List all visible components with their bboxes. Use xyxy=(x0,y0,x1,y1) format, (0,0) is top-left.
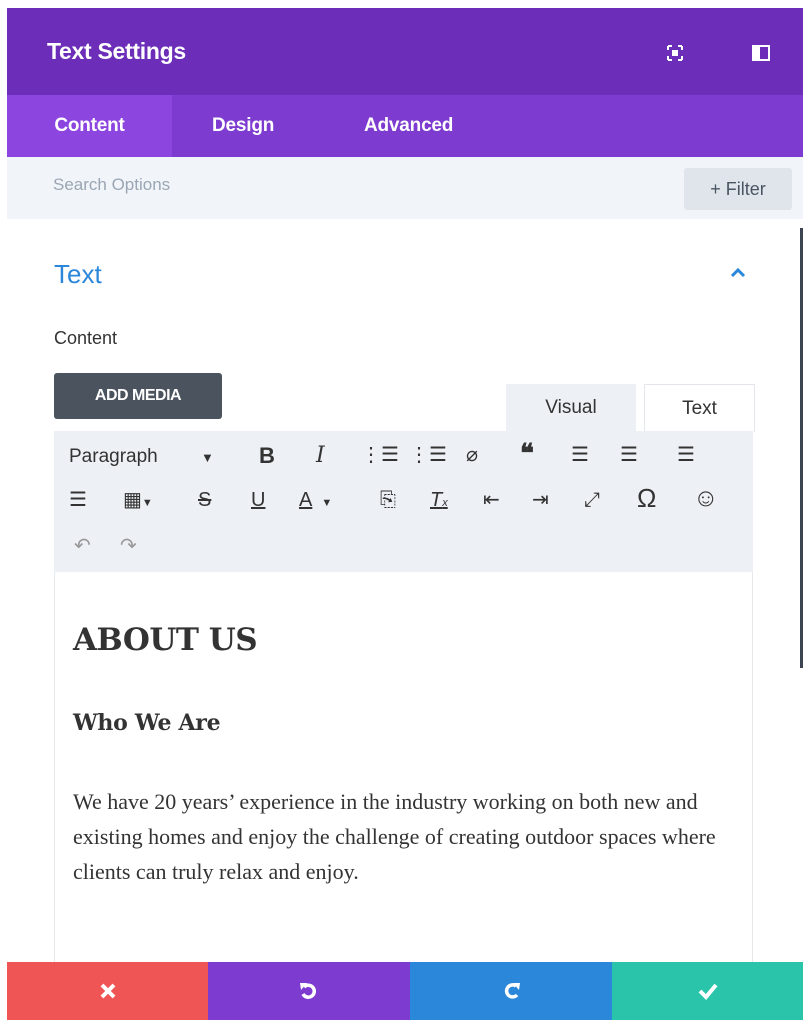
text-color-icon[interactable]: A ▼ xyxy=(299,488,332,515)
bold-icon[interactable]: B xyxy=(259,444,275,468)
fullscreen-icon[interactable]: ⤢ xyxy=(584,488,600,512)
justify-icon[interactable]: ☰ xyxy=(69,488,87,512)
undo-icon xyxy=(300,983,317,999)
content-heading: ABOUT US xyxy=(73,622,258,658)
settings-tabs: Content Design Advanced xyxy=(7,95,803,157)
redo-icon xyxy=(504,983,520,999)
tab-content[interactable]: Content xyxy=(7,95,172,157)
tab-text[interactable]: Text xyxy=(644,384,755,432)
save-button[interactable] xyxy=(612,962,803,1020)
format-select-label: Paragraph xyxy=(69,446,158,467)
tab-advanced[interactable]: Advanced xyxy=(364,95,453,157)
dropdown-arrow-icon: ▼ xyxy=(201,450,214,465)
editor-content[interactable]: ABOUT US Who We Are We have 20 years’ ex… xyxy=(54,572,753,993)
modal-footer xyxy=(7,962,803,1020)
align-center-icon[interactable]: ☰ xyxy=(620,443,638,467)
search-input[interactable]: Search Options xyxy=(53,175,170,195)
add-media-button[interactable]: ADD MEDIA xyxy=(54,373,222,419)
redo-button[interactable] xyxy=(410,962,612,1020)
expand-icon[interactable] xyxy=(664,42,686,64)
tab-visual[interactable]: Visual xyxy=(506,384,636,432)
format-select[interactable]: Paragraph ▼ xyxy=(69,446,214,468)
numbered-list-icon[interactable]: ⋮☰ xyxy=(409,443,447,467)
field-label: Content xyxy=(54,328,118,348)
redo-icon[interactable]: ↷ xyxy=(120,534,137,558)
italic-icon[interactable]: I xyxy=(316,444,325,468)
link-icon[interactable]: ⌀ xyxy=(466,443,478,467)
table-icon[interactable]: ▦▼ xyxy=(123,488,153,515)
filter-button[interactable]: + Filter xyxy=(684,168,792,210)
text-settings-modal: Text Settings Content Design Advanced Se… xyxy=(7,8,803,1020)
content-subheading: Who We Are xyxy=(73,710,221,736)
close-icon xyxy=(100,983,115,999)
check-icon xyxy=(698,983,718,1000)
special-character-icon[interactable]: Ω xyxy=(637,485,656,511)
paste-text-icon[interactable]: ⎘ xyxy=(380,488,396,512)
blockquote-icon[interactable]: ❝ xyxy=(520,440,534,466)
content-paragraph: We have 20 years’ experience in the indu… xyxy=(73,789,716,884)
tab-design[interactable]: Design xyxy=(212,95,274,157)
split-view-icon[interactable] xyxy=(750,42,772,64)
align-right-icon[interactable]: ☰ xyxy=(677,443,695,467)
emoji-icon[interactable]: ☺ xyxy=(693,486,719,511)
indent-icon[interactable]: ⇥ xyxy=(532,488,549,512)
undo-button[interactable] xyxy=(208,962,410,1020)
section-title[interactable]: Text xyxy=(54,259,102,290)
search-bar: Search Options + Filter xyxy=(7,157,803,219)
align-left-icon[interactable]: ☰ xyxy=(571,443,589,467)
undo-icon[interactable]: ↶ xyxy=(74,534,91,558)
outdent-icon[interactable]: ⇤ xyxy=(483,488,500,512)
clear-formatting-icon[interactable]: Tx xyxy=(430,488,448,515)
editor-toolbar: Paragraph ▼ B I ⋮☰ ⋮☰ ⌀ ❝ ☰ ☰ ☰ ☰ ▦▼ S U… xyxy=(54,431,753,572)
bullet-list-icon[interactable]: ⋮☰ xyxy=(361,443,399,467)
underline-icon[interactable]: U xyxy=(251,488,265,512)
cancel-button[interactable] xyxy=(7,962,208,1020)
modal-header: Text Settings xyxy=(7,8,803,95)
chevron-up-icon[interactable] xyxy=(729,265,747,279)
modal-title: Text Settings xyxy=(47,38,186,64)
strikethrough-icon[interactable]: S xyxy=(198,488,211,512)
